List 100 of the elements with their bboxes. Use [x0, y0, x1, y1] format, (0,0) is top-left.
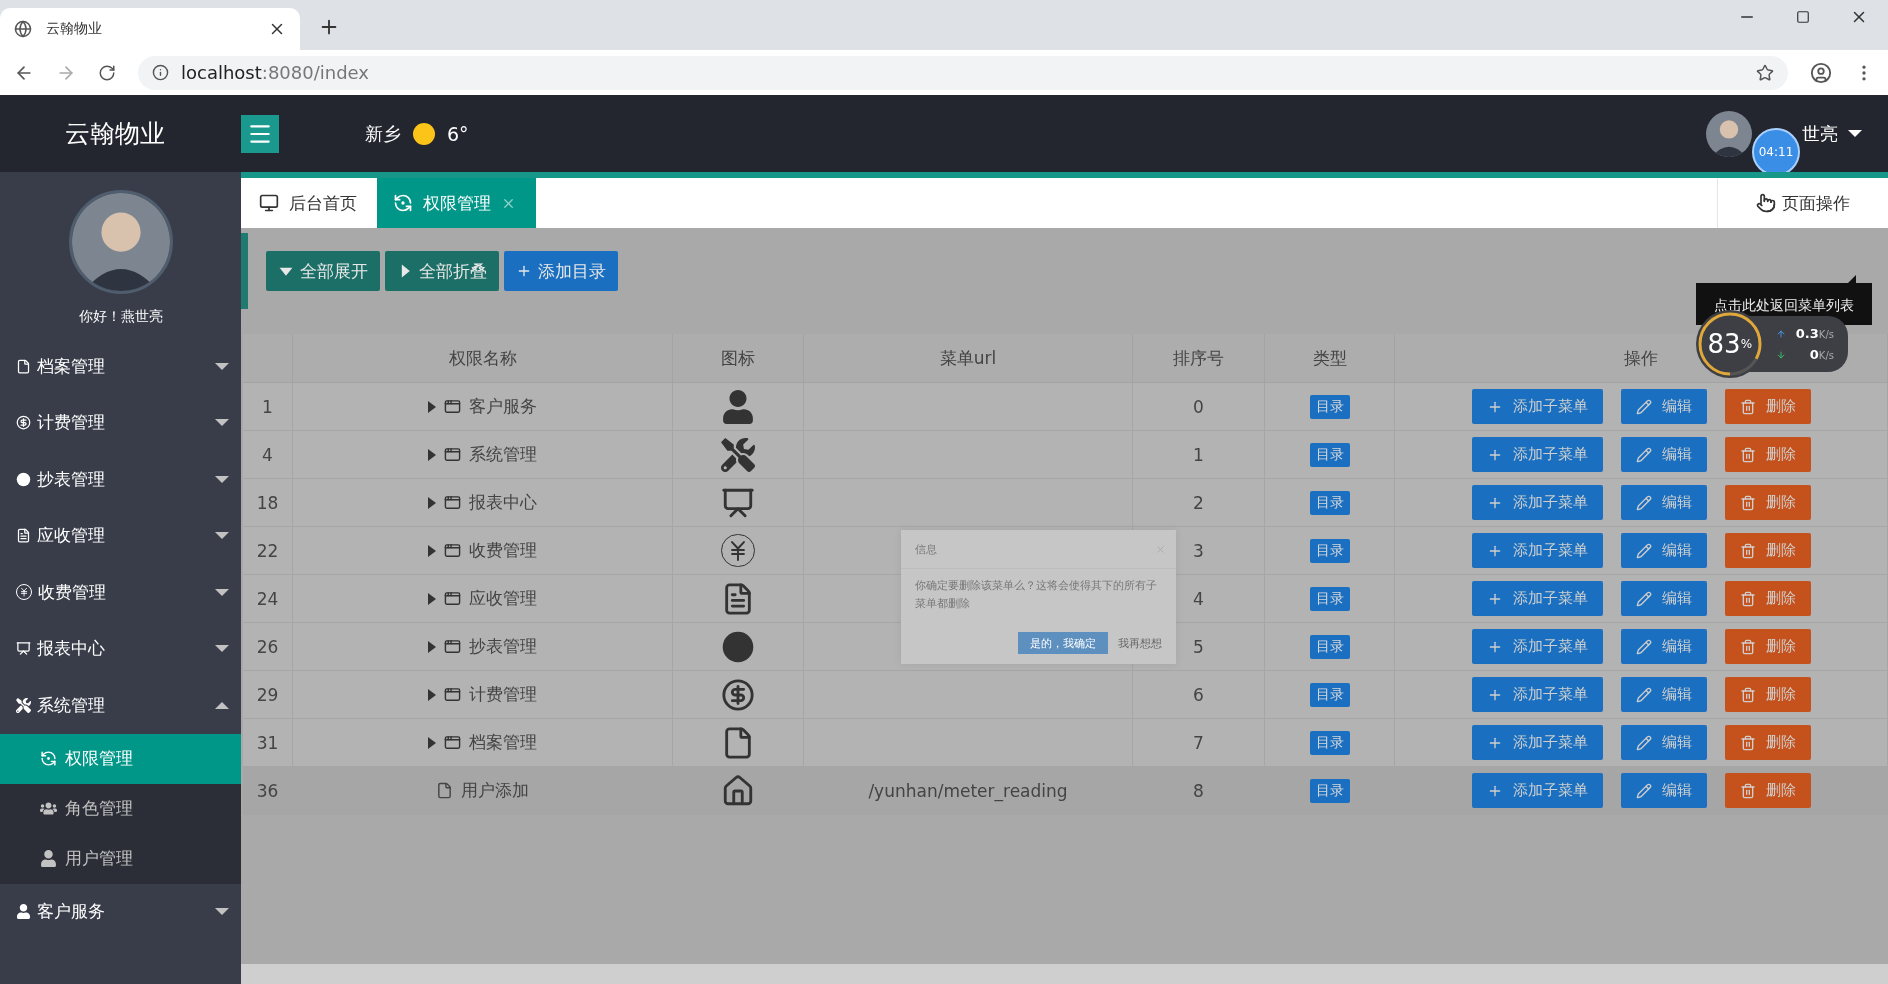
reload-icon[interactable]: [98, 63, 116, 82]
action-button[interactable]: 删除: [1724, 389, 1811, 424]
expand-icon[interactable]: [428, 496, 436, 509]
trash-icon: [1739, 494, 1756, 511]
menu-button[interactable]: [241, 114, 279, 153]
table-cell: 1: [1133, 431, 1265, 479]
table-cell: 8: [1133, 767, 1265, 815]
user-name[interactable]: 世亮: [1802, 121, 1838, 146]
expand-icon[interactable]: [428, 688, 436, 701]
sidebar-subitem[interactable]: 权限管理: [0, 733, 241, 784]
trash-icon: [1739, 446, 1756, 463]
action-button[interactable]: 编辑: [1620, 437, 1707, 472]
info-icon[interactable]: [152, 64, 169, 81]
action-button[interactable]: 添加子菜单: [1471, 437, 1603, 472]
maximize-icon[interactable]: [1796, 8, 1810, 26]
download-arrow-icon: [1775, 349, 1786, 360]
action-button[interactable]: 添加子菜单: [1471, 581, 1603, 616]
action-button[interactable]: 添加子菜单: [1471, 629, 1603, 664]
download-speed: 0K/s: [1809, 347, 1834, 362]
person-icon: [40, 850, 57, 867]
sidebar-item[interactable]: 抄表管理: [0, 451, 241, 508]
type-tag: 目录: [1309, 490, 1350, 515]
address-field[interactable]: localhost:8080/index: [181, 62, 369, 83]
confirm-button[interactable]: 是的，我确定: [1018, 632, 1108, 654]
action-button[interactable]: 编辑: [1620, 389, 1707, 424]
expand-icon[interactable]: [428, 448, 436, 461]
upload-arrow-icon: [1775, 328, 1786, 339]
pencil-icon: [1635, 494, 1652, 511]
action-button[interactable]: 删除: [1724, 629, 1811, 664]
trash-icon: [1739, 734, 1756, 751]
avatar[interactable]: [1706, 110, 1752, 157]
action-button[interactable]: 删除: [1724, 581, 1811, 616]
toolbar-button[interactable]: 全部折叠: [385, 251, 499, 291]
action-button[interactable]: 添加子菜单: [1471, 485, 1603, 520]
toolbar-button[interactable]: 添加目录: [504, 251, 618, 291]
trash-icon: [1739, 782, 1756, 799]
menu-name: 系统管理: [469, 443, 537, 466]
column-header: 类型: [1265, 334, 1395, 383]
table-cell: 29: [243, 671, 293, 719]
action-button[interactable]: 添加子菜单: [1471, 533, 1603, 568]
star-icon[interactable]: [1756, 63, 1774, 82]
table-cell: 18: [243, 479, 293, 527]
table-cell: 24: [243, 575, 293, 623]
menu-name: 计费管理: [469, 683, 537, 706]
menu-name: 收费管理: [469, 539, 537, 562]
type-tag: 目录: [1309, 730, 1350, 755]
sidebar-subitem[interactable]: 角色管理: [0, 783, 241, 834]
window-icon: [444, 590, 461, 607]
refresh-icon: [393, 193, 413, 213]
action-button[interactable]: 编辑: [1620, 725, 1707, 760]
action-button[interactable]: 添加子菜单: [1471, 677, 1603, 712]
dollar-icon: [721, 677, 755, 712]
sidebar-item[interactable]: 报表中心: [0, 620, 241, 677]
action-button[interactable]: 删除: [1724, 677, 1811, 712]
table-cell: 22: [243, 527, 293, 575]
action-button[interactable]: 添加子菜单: [1471, 389, 1603, 424]
sidebar-item[interactable]: 客户服务: [0, 883, 241, 940]
document-icon: [16, 528, 31, 544]
column-header: 图标: [673, 334, 804, 383]
sun-icon: [413, 122, 435, 145]
toolbar-button[interactable]: 全部展开: [266, 251, 380, 291]
expand-icon[interactable]: [428, 544, 436, 557]
menu-name: 应收管理: [469, 587, 537, 610]
window-icon: [444, 542, 461, 559]
house-icon: [721, 773, 755, 808]
pencil-icon: [1635, 542, 1652, 559]
action-button[interactable]: 编辑: [1620, 677, 1707, 712]
expand-icon[interactable]: [428, 592, 436, 605]
menu-name: 报表中心: [469, 491, 537, 514]
sidebar-item[interactable]: 应收管理: [0, 507, 241, 564]
menu-name: 用户添加: [461, 779, 529, 802]
action-button[interactable]: 编辑: [1620, 773, 1707, 808]
expand-icon[interactable]: [428, 400, 436, 413]
table-cell: 2: [1133, 479, 1265, 527]
sidebar-item[interactable]: 计费管理: [0, 394, 241, 451]
action-button[interactable]: 删除: [1724, 485, 1811, 520]
action-button[interactable]: 编辑: [1620, 485, 1707, 520]
type-tag: 目录: [1309, 586, 1350, 611]
menu-name: 抄表管理: [469, 635, 537, 658]
action-button[interactable]: 添加子菜单: [1471, 725, 1603, 760]
sidebar-item[interactable]: 系统管理: [0, 677, 241, 734]
caret-icon[interactable]: [1848, 130, 1862, 137]
expand-icon[interactable]: [428, 640, 436, 653]
sidebar-item[interactable]: 档案管理: [0, 338, 241, 395]
expand-icon[interactable]: [428, 736, 436, 749]
action-button[interactable]: 编辑: [1620, 581, 1707, 616]
window-icon: [444, 638, 461, 655]
action-button[interactable]: 删除: [1724, 437, 1811, 472]
action-button[interactable]: 删除: [1724, 725, 1811, 760]
action-button[interactable]: 添加子菜单: [1471, 773, 1603, 808]
dollar-icon: [16, 415, 31, 431]
action-button[interactable]: 编辑: [1620, 629, 1707, 664]
account-icon[interactable]: [1810, 61, 1832, 84]
sidebar-subitem[interactable]: 用户管理: [0, 833, 241, 884]
pencil-icon: [1635, 686, 1652, 703]
page-tab[interactable]: 权限管理: [377, 178, 536, 228]
action-button[interactable]: 删除: [1724, 773, 1811, 808]
sidebar-item[interactable]: 收费管理: [0, 564, 241, 621]
action-button[interactable]: 编辑: [1620, 533, 1707, 568]
action-button[interactable]: 删除: [1724, 533, 1811, 568]
